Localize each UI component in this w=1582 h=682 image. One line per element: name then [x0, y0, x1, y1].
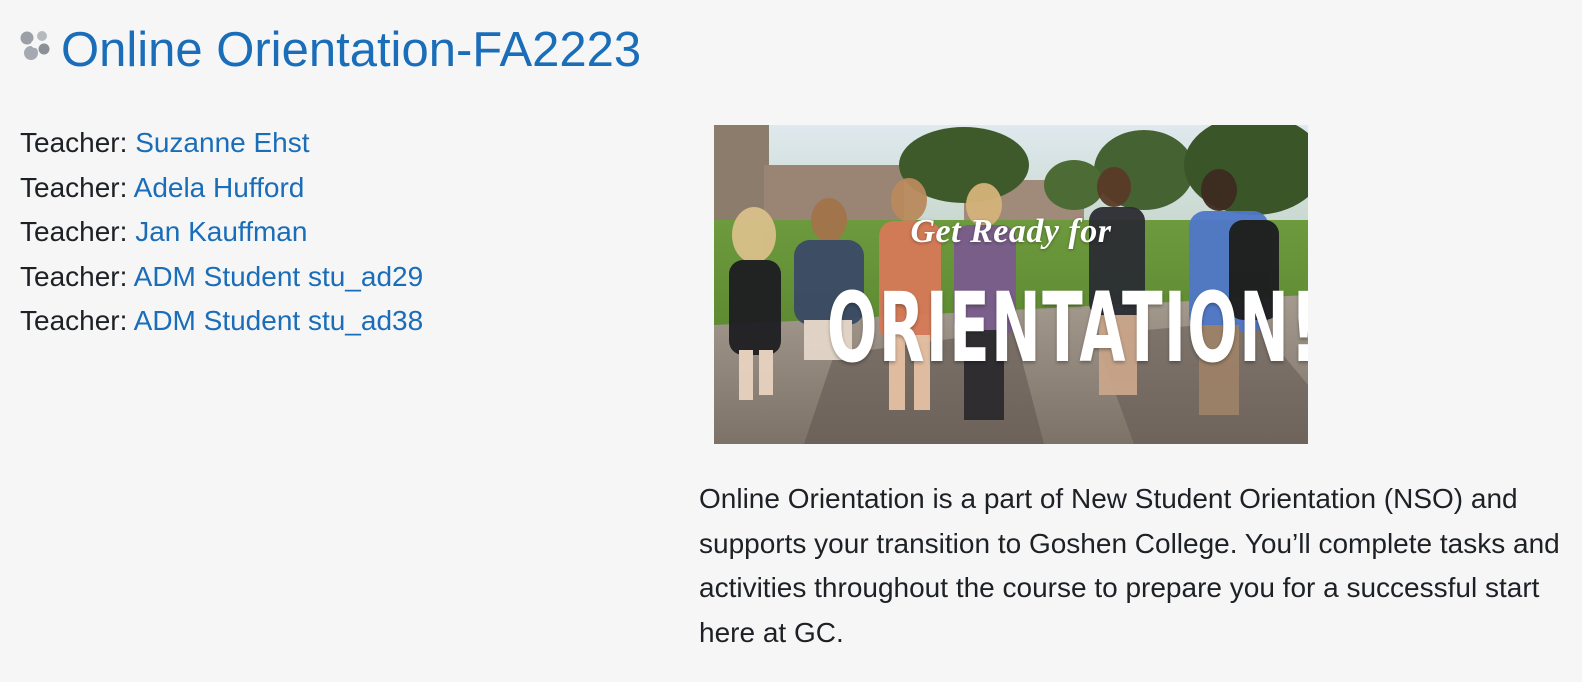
course-icon [20, 31, 50, 60]
banner-tagline: Get Ready for [910, 213, 1112, 250]
teacher-link-suzanne-ehst[interactable]: Suzanne Ehst [135, 127, 309, 158]
orientation-banner-image: Get Ready for ORIENTATION! [714, 125, 1308, 444]
teacher-link-stu-ad38[interactable]: ADM Student stu_ad38 [134, 305, 424, 336]
teacher-item: Teacher: ADM Student stu_ad38 [20, 299, 423, 344]
course-header: Online Orientation-FA2223 [18, 20, 641, 80]
teacher-item: Teacher: Suzanne Ehst [20, 121, 423, 166]
teacher-link-adela-hufford[interactable]: Adela Hufford [134, 172, 305, 203]
teacher-label: Teacher: [20, 127, 128, 158]
teacher-list: Teacher: Suzanne Ehst Teacher: Adela Huf… [20, 121, 423, 344]
course-summary: Online Orientation is a part of New Stud… [699, 483, 1560, 648]
teacher-item: Teacher: ADM Student stu_ad29 [20, 255, 423, 300]
banner-headline: ORIENTATION! [826, 272, 1308, 384]
teacher-item: Teacher: Adela Hufford [20, 166, 423, 211]
teacher-label: Teacher: [20, 305, 128, 337]
teacher-link-stu-ad29[interactable]: ADM Student stu_ad29 [134, 261, 424, 292]
teacher-item: Teacher: Jan Kauffman [20, 210, 423, 255]
teacher-link-jan-kauffman[interactable]: Jan Kauffman [135, 216, 307, 247]
teacher-label: Teacher: [20, 260, 128, 292]
teacher-label: Teacher: [20, 171, 128, 203]
teacher-label: Teacher: [20, 216, 128, 248]
course-title-link[interactable]: Online Orientation-FA2223 [61, 20, 641, 80]
